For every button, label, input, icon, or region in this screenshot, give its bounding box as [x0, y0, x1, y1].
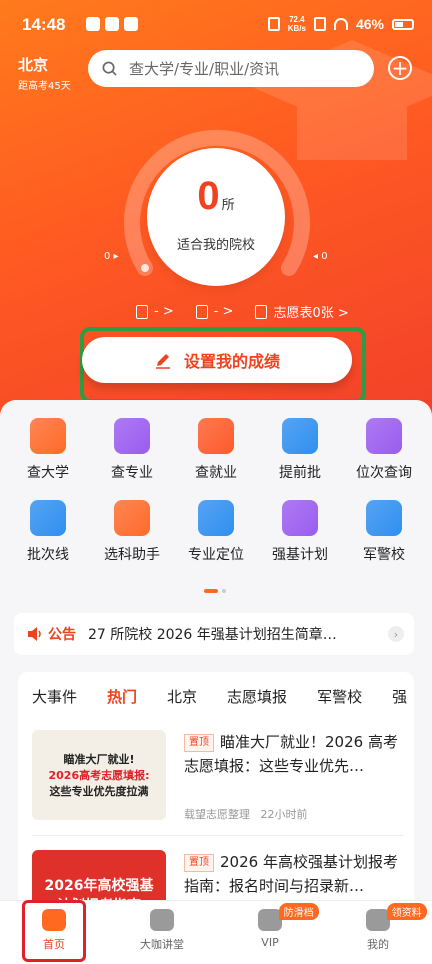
feature-briefcase[interactable]: 查就业 — [175, 418, 257, 482]
tab-0[interactable]: 大事件 — [32, 686, 77, 716]
tab-1[interactable]: 热门 — [107, 686, 137, 716]
matched-unit: 所 — [221, 197, 235, 212]
stat-document[interactable]: - > — [136, 304, 174, 319]
megaphone-icon — [28, 627, 41, 641]
stat-volunteer-table[interactable]: 志愿表0张 > — [255, 302, 349, 321]
article-source: 载望志愿整理 — [184, 808, 250, 821]
nav-badge: 领资料 — [386, 903, 427, 920]
nav-badge: 防滑档 — [278, 903, 319, 920]
feature-label: 选科助手 — [104, 547, 160, 563]
feature-label: 查专业 — [111, 465, 153, 481]
cards-icon — [114, 500, 150, 536]
matched-schools-gauge[interactable]: 0所 适合我的院校 — [147, 148, 285, 286]
feature-flag-doc[interactable]: 强基计划 — [259, 500, 341, 564]
feed-tabs: 大事件 热门 北京 志愿填报 军警校强 — [18, 672, 414, 716]
feature-label: 批次线 — [27, 547, 69, 563]
video-icon — [150, 909, 174, 931]
briefcase-icon — [198, 418, 234, 454]
nav-profile[interactable]: 我的 领资料 — [324, 901, 432, 964]
home-tab-highlight — [22, 900, 86, 962]
feature-calendar-check[interactable]: 提前批 — [259, 418, 341, 482]
article-time: 22小时前 — [260, 808, 308, 821]
nav-label: VIP — [261, 936, 279, 949]
notice-tag: 公告 — [48, 627, 76, 643]
feature-label: 查大学 — [27, 465, 69, 481]
document-icon — [198, 500, 234, 536]
calendar-check-icon — [282, 418, 318, 454]
feature-book[interactable]: 查专业 — [91, 418, 173, 482]
pinned-badge: 置顶 — [184, 734, 214, 752]
gauge-right-value: ◂ 0 — [313, 251, 328, 262]
set-score-button[interactable]: 设置我的成绩 — [82, 337, 352, 383]
envelope-icon — [255, 304, 268, 319]
flag-doc-icon — [282, 500, 318, 536]
notice-text: 27 所院校 2026 年强基计划招生简章… — [88, 627, 337, 643]
school-icon — [30, 418, 66, 454]
book-icon — [114, 418, 150, 454]
pinned-badge: 置顶 — [184, 854, 214, 872]
feature-label: 军警校 — [363, 547, 405, 563]
article-title: 瞄准大厂就业！2026 高考志愿填报：这些专业优先… — [184, 733, 398, 775]
tab-5[interactable]: 强 — [392, 686, 407, 716]
feature-label: 提前批 — [279, 465, 321, 481]
tab-3[interactable]: 志愿填报 — [227, 686, 287, 716]
chevron-right-icon: › — [388, 626, 404, 642]
notice-bar[interactable]: 公告 27 所院校 2026 年强基计划招生简章… › — [14, 613, 414, 655]
matched-count: 0 — [197, 174, 220, 218]
feature-shield-star[interactable]: 军警校 — [343, 500, 425, 564]
stats-row: - > - > 志愿表0张 > — [136, 302, 349, 321]
feature-label: 专业定位 — [188, 547, 244, 563]
tab-2[interactable]: 北京 — [167, 686, 197, 716]
article-thumbnail: 瞄准大厂就业! 2026高考志愿填报: 这些专业优先度拉满 — [32, 730, 166, 820]
feature-document[interactable]: 专业定位 — [175, 500, 257, 564]
feature-label: 查就业 — [195, 465, 237, 481]
document-icon — [136, 304, 148, 319]
nav-label: 大咖讲堂 — [140, 938, 184, 951]
page-indicator — [204, 589, 226, 593]
nav-label: 我的 — [367, 938, 389, 951]
feature-chart[interactable]: 位次查询 — [343, 418, 425, 482]
article-card[interactable]: 瞄准大厂就业! 2026高考志愿填报: 这些专业优先度拉满 置顶 瞄准大厂就业！2… — [32, 730, 404, 840]
feature-cards[interactable]: 选科助手 — [91, 500, 173, 564]
gauge-left-value: 0 ▸ — [104, 251, 119, 262]
trend-icon — [30, 500, 66, 536]
feature-school[interactable]: 查大学 — [7, 418, 89, 482]
feature-label: 强基计划 — [272, 547, 328, 563]
article-title: 2026 年高校强基计划报考指南：报名时间与招录新… — [184, 853, 398, 895]
stat-book[interactable]: - > — [195, 304, 233, 319]
book-icon — [195, 304, 208, 319]
nav-video[interactable]: 大咖讲堂 — [108, 901, 216, 964]
chart-icon — [366, 418, 402, 454]
feature-label: 位次查询 — [356, 465, 412, 481]
news-feed: 大事件 热门 北京 志愿填报 军警校强 瞄准大厂就业! 2026高考志愿填报: 这些专业… — [18, 672, 414, 940]
feature-trend[interactable]: 批次线 — [7, 500, 89, 564]
tab-4[interactable]: 军警校 — [317, 686, 362, 716]
nav-vip[interactable]: VIP 防滑档 — [216, 901, 324, 964]
feature-grid: 查大学 查专业 查就业 提前批 位次查询 批次线 选科助手 专业定位 强基计划 军警校 — [0, 418, 432, 582]
pencil-icon — [155, 354, 170, 369]
matched-caption: 适合我的院校 — [176, 238, 255, 253]
shield-star-icon — [366, 500, 402, 536]
